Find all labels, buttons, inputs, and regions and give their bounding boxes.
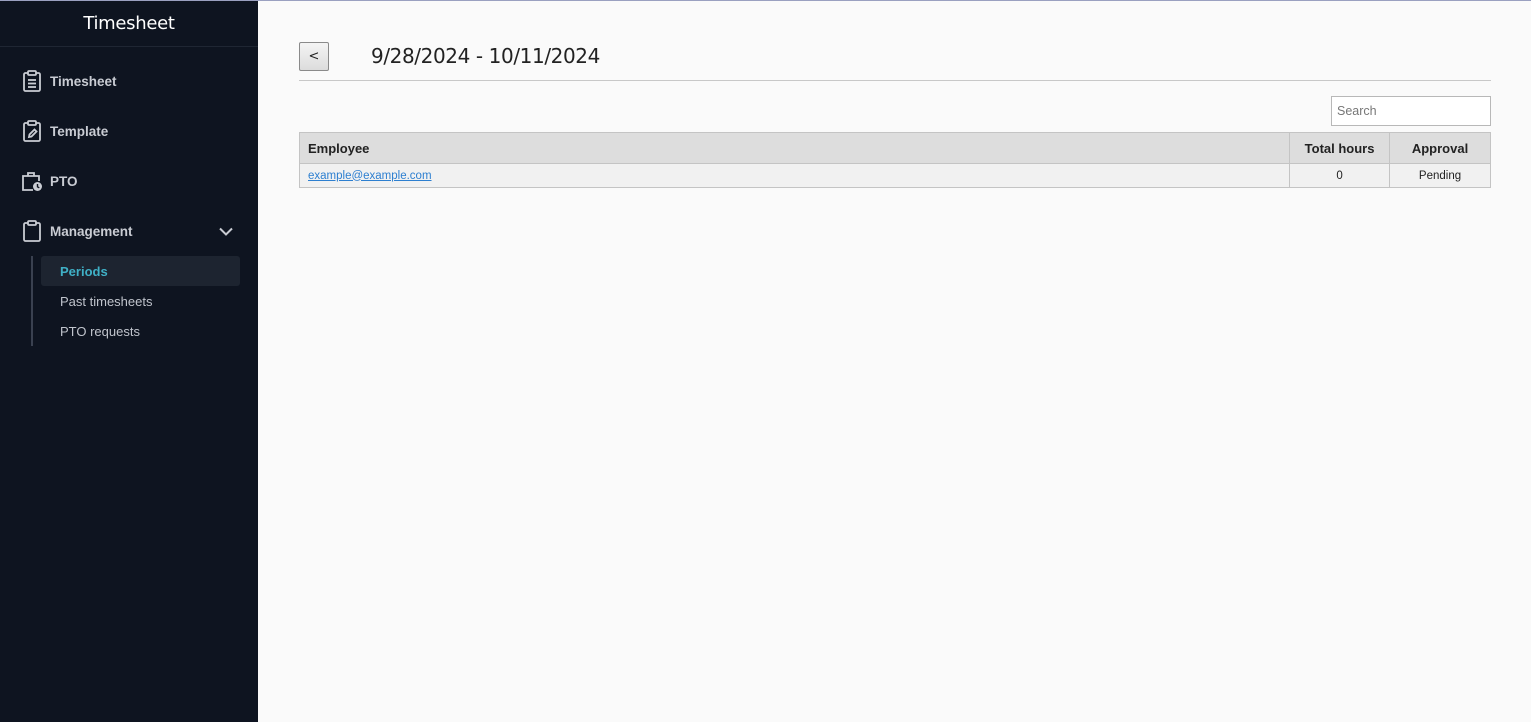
sidebar-item-template[interactable]: Template bbox=[0, 111, 258, 151]
briefcase-clock-icon bbox=[21, 170, 43, 192]
clipboard-edit-icon bbox=[21, 120, 43, 142]
sidebar-item-label: Management bbox=[50, 223, 133, 239]
sidebar-item-pto[interactable]: PTO bbox=[0, 161, 258, 201]
approval-status: Pending bbox=[1389, 163, 1491, 188]
page-title: 9/28/2024 - 10/11/2024 bbox=[371, 44, 600, 68]
main-content: < 9/28/2024 - 10/11/2024 Employee Total … bbox=[258, 1, 1531, 722]
back-button[interactable]: < bbox=[299, 42, 329, 71]
sidebar: Timesheet Timesheet Template PTO Managem… bbox=[0, 1, 258, 722]
sidebar-item-label: Timesheet bbox=[50, 73, 117, 89]
column-header-approval[interactable]: Approval bbox=[1389, 132, 1491, 164]
sidebar-item-label: PTO bbox=[50, 173, 78, 189]
chevron-down-icon[interactable] bbox=[216, 221, 236, 241]
sidebar-item-past-timesheets[interactable]: Past timesheets bbox=[41, 286, 240, 316]
app-title: Timesheet bbox=[0, 1, 258, 47]
table-header-row: Employee Total hours Approval bbox=[298, 132, 1491, 164]
sidebar-item-periods[interactable]: Periods bbox=[41, 256, 240, 286]
clipboard-list-icon bbox=[21, 70, 43, 92]
divider bbox=[299, 80, 1491, 81]
search-input[interactable] bbox=[1331, 96, 1491, 126]
employee-cell: example@example.com bbox=[298, 163, 1291, 188]
sidebar-item-label: Template bbox=[50, 123, 109, 139]
management-submenu: Periods Past timesheets PTO requests bbox=[31, 256, 241, 346]
total-hours-cell: 0 bbox=[1289, 163, 1391, 188]
sidebar-item-pto-requests[interactable]: PTO requests bbox=[41, 316, 240, 346]
sidebar-item-management[interactable]: Management bbox=[0, 211, 258, 251]
sidebar-item-timesheet[interactable]: Timesheet bbox=[0, 61, 258, 101]
employee-link[interactable]: example@example.com bbox=[308, 170, 432, 182]
table-row: example@example.com 0 Pending bbox=[298, 163, 1491, 188]
column-header-total-hours[interactable]: Total hours bbox=[1289, 132, 1391, 164]
app-window: Timesheet Timesheet Template PTO Managem… bbox=[0, 0, 1531, 722]
column-header-employee[interactable]: Employee bbox=[298, 132, 1291, 164]
employees-table: Employee Total hours Approval example@ex… bbox=[298, 132, 1491, 188]
clipboard-icon bbox=[21, 220, 43, 242]
